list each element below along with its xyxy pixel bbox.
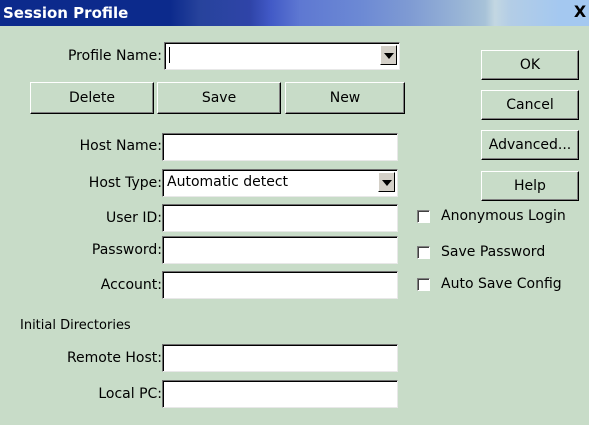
session-profile-dialog: Session Profile X Profile Name: Delete S… <box>0 0 589 425</box>
auto-save-config-checkbox[interactable] <box>417 278 430 291</box>
initial-directories-heading: Initial Directories <box>20 318 131 333</box>
password-input[interactable] <box>162 236 398 264</box>
local-pc-label: Local PC: <box>98 386 162 402</box>
new-button-label: New <box>329 90 361 106</box>
profile-name-dropdown-button[interactable] <box>380 45 397 65</box>
profile-name-label: Profile Name: <box>67 48 162 64</box>
host-name-input[interactable] <box>162 133 398 161</box>
help-button[interactable]: Help <box>481 171 579 201</box>
advanced-button-label: Advanced... <box>488 137 572 153</box>
host-type-value: Automatic detect <box>167 174 289 190</box>
text-caret <box>169 47 170 63</box>
password-label: Password: <box>91 242 162 258</box>
profile-name-combobox[interactable] <box>164 42 400 70</box>
save-button[interactable]: Save <box>157 82 281 114</box>
host-type-label: Host Type: <box>88 175 162 191</box>
user-id-label: User ID: <box>106 210 162 226</box>
delete-button-label: Delete <box>69 90 115 106</box>
ok-button-label: OK <box>519 57 541 73</box>
chevron-down-icon <box>382 180 392 186</box>
save-password-label: Save Password <box>441 244 546 260</box>
account-label: Account: <box>100 277 162 293</box>
cancel-button[interactable]: Cancel <box>481 90 579 120</box>
save-button-label: Save <box>201 90 237 106</box>
anonymous-login-label: Anonymous Login <box>441 208 566 224</box>
auto-save-config-label: Auto Save Config <box>441 276 562 292</box>
remote-host-input[interactable] <box>162 344 398 372</box>
delete-button[interactable]: Delete <box>30 82 154 114</box>
anonymous-login-checkbox[interactable] <box>417 210 430 223</box>
ok-button[interactable]: OK <box>481 50 579 80</box>
close-button[interactable]: X <box>573 0 587 24</box>
account-input[interactable] <box>162 271 398 299</box>
save-password-checkbox[interactable] <box>417 246 430 259</box>
help-button-label: Help <box>514 178 546 194</box>
chevron-down-icon <box>384 53 394 59</box>
user-id-input[interactable] <box>162 204 398 232</box>
advanced-button[interactable]: Advanced... <box>481 130 579 160</box>
remote-host-label: Remote Host: <box>66 350 162 366</box>
new-button[interactable]: New <box>285 82 405 114</box>
host-type-select[interactable]: Automatic detect <box>162 169 398 197</box>
cancel-button-label: Cancel <box>506 97 554 113</box>
host-type-dropdown-button[interactable] <box>378 172 395 192</box>
local-pc-input[interactable] <box>162 380 398 408</box>
host-name-label: Host Name: <box>79 138 162 154</box>
window-title: Session Profile <box>3 4 129 22</box>
title-bar: Session Profile X <box>0 0 589 26</box>
